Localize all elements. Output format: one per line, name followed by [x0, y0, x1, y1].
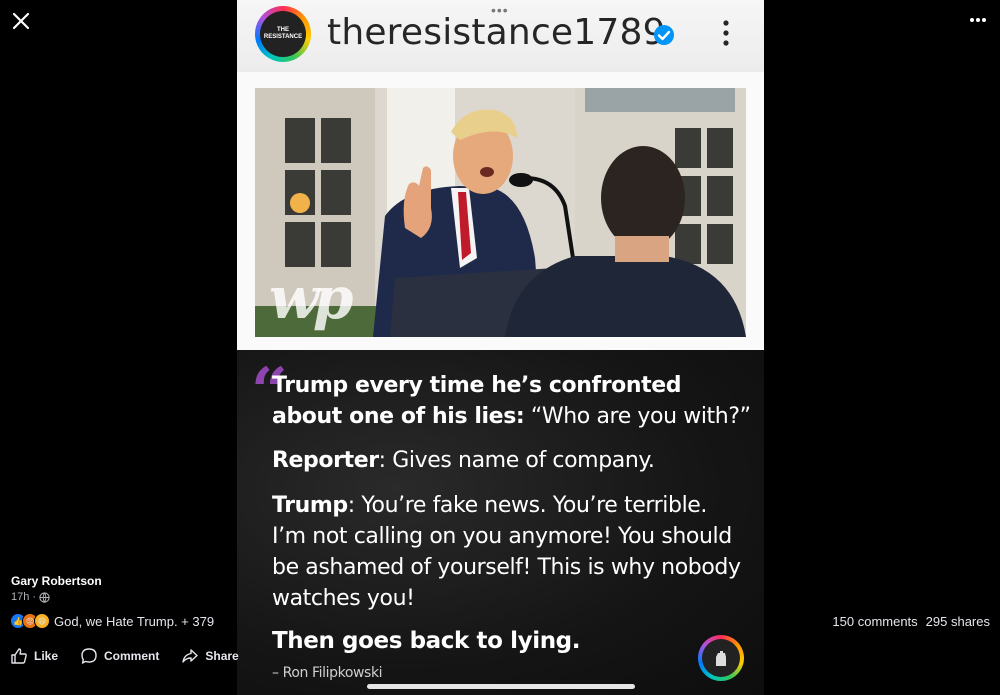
- reporter-text: : Gives name of company.: [378, 448, 655, 473]
- haha-reaction-icon: 😆: [34, 613, 50, 629]
- fist-icon: [716, 651, 726, 666]
- reporter-label: Reporter: [272, 448, 379, 473]
- quote-intro-rest: “Who are you with?”: [524, 404, 751, 429]
- close-button[interactable]: [8, 8, 34, 34]
- close-icon: [12, 12, 30, 30]
- resistance-logo: [698, 635, 744, 681]
- quote-card: “ Trump every time he’s confronted about…: [237, 350, 764, 695]
- home-indicator: [367, 684, 635, 689]
- post-author[interactable]: Gary Robertson: [11, 574, 102, 588]
- watermark-logo: wp: [269, 264, 354, 332]
- post-meta: 17h ·: [11, 591, 50, 603]
- instagram-avatar: THE RESISTANCE: [255, 6, 311, 62]
- globe-icon: [39, 591, 50, 603]
- quote-intro: Trump every time he’s confronted about o…: [272, 370, 752, 432]
- comment-bubble-icon: [81, 648, 97, 664]
- kebab-menu-icon: [723, 20, 729, 46]
- share-label: Share: [205, 649, 239, 663]
- quote-trump: Trump: You’re fake news. You’re terrible…: [272, 490, 742, 614]
- quote-closing: Then goes back to lying.: [272, 628, 581, 654]
- shares-count[interactable]: 295 shares: [926, 614, 990, 629]
- comment-button[interactable]: Comment: [80, 647, 159, 665]
- post-media[interactable]: ••• THE RESISTANCE theresistance1789 wp …: [237, 0, 764, 695]
- trump-label: Trump: [272, 493, 348, 518]
- share-button[interactable]: Share: [181, 647, 239, 665]
- press-conference-photo: wp: [255, 88, 746, 337]
- instagram-username: theresistance1789: [327, 12, 666, 53]
- instagram-header: ••• THE RESISTANCE theresistance1789: [237, 0, 764, 72]
- more-options-button[interactable]: [966, 10, 990, 30]
- more-horizontal-icon: [970, 18, 986, 22]
- like-button[interactable]: Like: [10, 647, 58, 665]
- quote-reporter: Reporter: Gives name of company.: [272, 446, 655, 476]
- reactions-summary[interactable]: 👍 😡 😆 God, we Hate Trump. + 379: [10, 613, 214, 629]
- verified-badge-icon: [654, 25, 674, 45]
- meta-separator: ·: [32, 591, 37, 603]
- post-time[interactable]: 17h: [11, 591, 29, 603]
- engagement-counts: 150 comments 295 shares: [832, 614, 990, 629]
- thumbs-up-icon: [11, 648, 27, 664]
- quote-attribution: – Ron Filipkowski: [272, 665, 383, 681]
- comments-count[interactable]: 150 comments: [832, 614, 917, 629]
- avatar-label: THE RESISTANCE: [263, 27, 303, 40]
- comment-label: Comment: [104, 649, 160, 663]
- like-label: Like: [34, 649, 59, 663]
- post-actions: Like Comment Share: [10, 647, 239, 665]
- share-arrow-icon: [182, 649, 199, 663]
- reactions-text: God, we Hate Trump. + 379: [54, 613, 215, 629]
